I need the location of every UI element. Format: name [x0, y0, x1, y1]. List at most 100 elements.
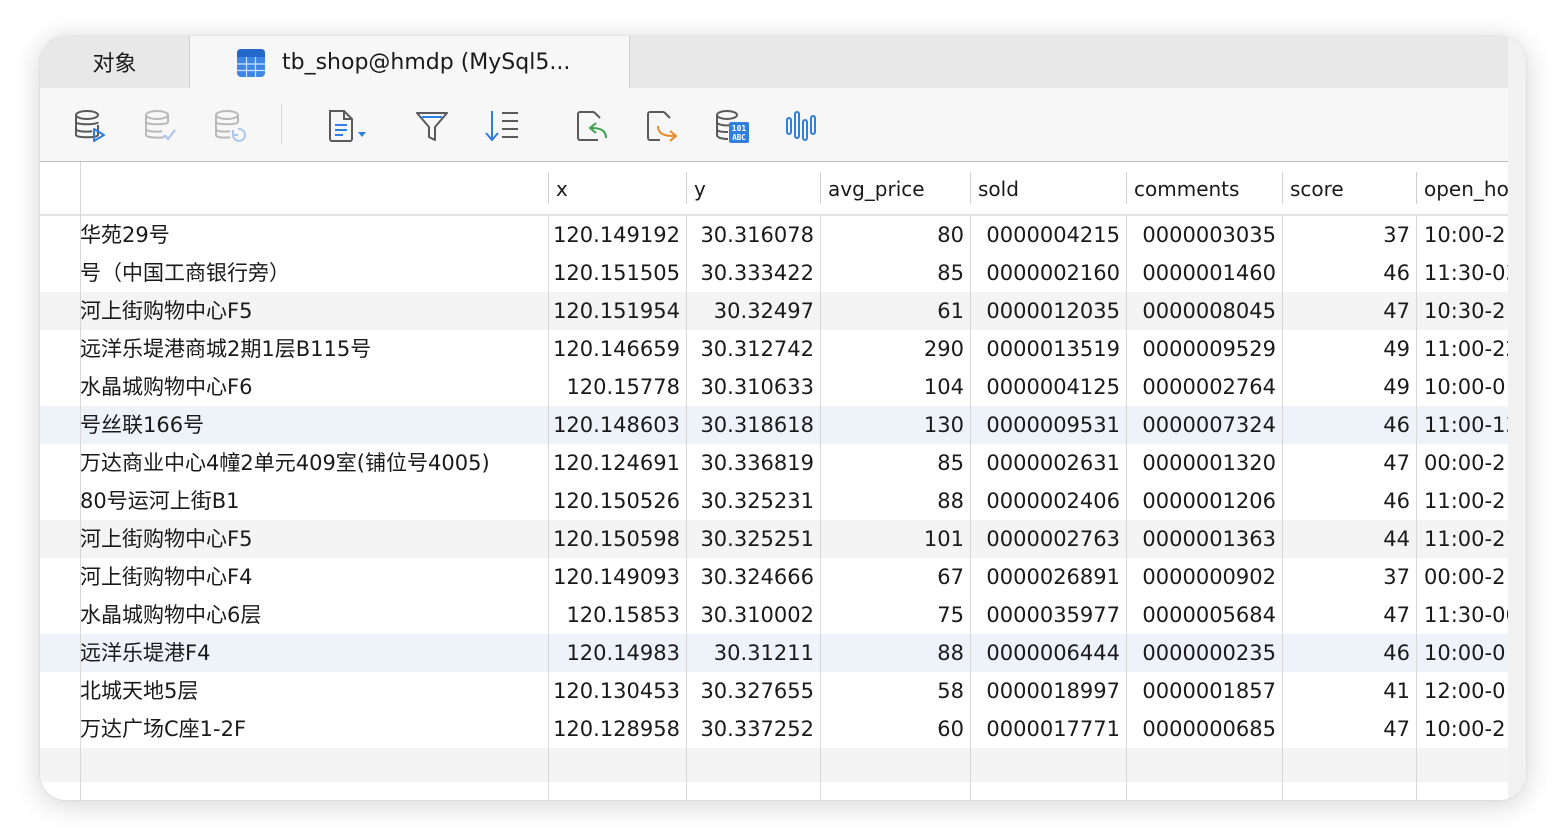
- cell-comments[interactable]: 0000001857: [1128, 672, 1282, 710]
- cell-address[interactable]: 80号运河上街B1: [80, 482, 550, 520]
- cell-avg-price[interactable]: 88: [822, 482, 970, 520]
- cell-score[interactable]: 49: [1284, 330, 1416, 368]
- document-menu-icon[interactable]: [326, 108, 372, 144]
- cell-sold[interactable]: 0000018997: [972, 672, 1126, 710]
- cell-comments[interactable]: 0000001460: [1128, 254, 1282, 292]
- column-header-y[interactable]: y: [688, 162, 820, 214]
- cell-y[interactable]: 30.325251: [688, 520, 820, 558]
- cell-avg-price[interactable]: 58: [822, 672, 970, 710]
- cell-y[interactable]: 30.31211: [688, 634, 820, 672]
- cell-address[interactable]: 水晶城购物中心6层: [80, 596, 550, 634]
- cell-x[interactable]: 120.150526: [550, 482, 686, 520]
- empty-row[interactable]: [40, 782, 1508, 800]
- column-divider[interactable]: [686, 172, 687, 204]
- table-row[interactable]: 华苑29号 120.149192 30.316078 80 0000004215 0000…: [40, 216, 1508, 254]
- cell-sold[interactable]: 0000012035: [972, 292, 1126, 330]
- cell-sold[interactable]: 0000013519: [972, 330, 1126, 368]
- cell-sold[interactable]: 0000017771: [972, 710, 1126, 748]
- cell-sold[interactable]: 0000006444: [972, 634, 1126, 672]
- table-row[interactable]: 80号运河上街B1 120.150526 30.325231 88 0000002406…: [40, 482, 1508, 520]
- cell-open-hours[interactable]: 00:00-2: [1418, 558, 1508, 596]
- database-run-icon[interactable]: [72, 108, 108, 144]
- column-divider[interactable]: [1416, 172, 1417, 204]
- cell-score[interactable]: 44: [1284, 520, 1416, 558]
- column-header-open-hours[interactable]: open_ho: [1418, 162, 1508, 214]
- column-divider[interactable]: [970, 172, 971, 204]
- database-refresh-icon[interactable]: [212, 108, 248, 144]
- cell-address[interactable]: 水晶城购物中心F6: [80, 368, 550, 406]
- table-row[interactable]: 河上街购物中心F4 120.149093 30.324666 67 0000026891…: [40, 558, 1508, 596]
- table-row[interactable]: 号（中国工商银行旁） 120.151505 30.333422 85 000000216…: [40, 254, 1508, 292]
- column-divider[interactable]: [1282, 172, 1283, 204]
- column-header-sold[interactable]: sold: [972, 162, 1126, 214]
- cell-open-hours[interactable]: 11:00-21: [1418, 520, 1508, 558]
- empty-row[interactable]: [40, 748, 1508, 782]
- cell-score[interactable]: 47: [1284, 710, 1416, 748]
- cell-x[interactable]: 120.130453: [550, 672, 686, 710]
- cell-avg-price[interactable]: 85: [822, 254, 970, 292]
- database-check-icon[interactable]: [142, 108, 178, 144]
- table-row[interactable]: 远洋乐堤港F4 120.14983 30.31211 88 0000006444 0000…: [40, 634, 1508, 672]
- column-header-address[interactable]: [82, 162, 548, 214]
- cell-address[interactable]: 河上街购物中心F5: [80, 520, 550, 558]
- cell-x[interactable]: 120.149192: [550, 216, 686, 254]
- filter-icon[interactable]: [414, 108, 450, 144]
- cell-comments[interactable]: 0000001363: [1128, 520, 1282, 558]
- cell-comments[interactable]: 0000001320: [1128, 444, 1282, 482]
- cell-comments[interactable]: 0000003035: [1128, 216, 1282, 254]
- cell-open-hours[interactable]: 11:00-13: [1418, 406, 1508, 444]
- cell-avg-price[interactable]: 75: [822, 596, 970, 634]
- cell-x[interactable]: 120.124691: [550, 444, 686, 482]
- cell-open-hours[interactable]: 10:00-0: [1418, 368, 1508, 406]
- cell-x[interactable]: 120.149093: [550, 558, 686, 596]
- cell-y[interactable]: 30.325231: [688, 482, 820, 520]
- cell-avg-price[interactable]: 60: [822, 710, 970, 748]
- cell-comments[interactable]: 0000005684: [1128, 596, 1282, 634]
- cell-avg-price[interactable]: 80: [822, 216, 970, 254]
- cell-open-hours[interactable]: 11:00-22: [1418, 330, 1508, 368]
- cell-sold[interactable]: 0000002406: [972, 482, 1126, 520]
- cell-open-hours[interactable]: 11:30-06: [1418, 596, 1508, 634]
- cell-x[interactable]: 120.151954: [550, 292, 686, 330]
- cell-open-hours[interactable]: 10:00-2: [1418, 216, 1508, 254]
- cell-address[interactable]: 华苑29号: [80, 216, 550, 254]
- cell-comments[interactable]: 0000000902: [1128, 558, 1282, 596]
- cell-open-hours[interactable]: 10:00-2: [1418, 710, 1508, 748]
- column-divider[interactable]: [1126, 172, 1127, 204]
- cell-address[interactable]: 万达商业中心4幢2单元409室(铺位号4005): [80, 444, 550, 482]
- cell-y[interactable]: 30.333422: [688, 254, 820, 292]
- cell-y[interactable]: 30.324666: [688, 558, 820, 596]
- cell-y[interactable]: 30.316078: [688, 216, 820, 254]
- column-divider[interactable]: [820, 172, 821, 204]
- cell-comments[interactable]: 0000000685: [1128, 710, 1282, 748]
- cell-open-hours[interactable]: 11:30-03: [1418, 254, 1508, 292]
- cell-score[interactable]: 37: [1284, 216, 1416, 254]
- table-row[interactable]: 万达商业中心4幢2单元409室(铺位号4005) 120.124691 30.336…: [40, 444, 1508, 482]
- cell-address[interactable]: 河上街购物中心F4: [80, 558, 550, 596]
- cell-address[interactable]: 北城天地5层: [80, 672, 550, 710]
- cell-y[interactable]: 30.312742: [688, 330, 820, 368]
- cell-sold[interactable]: 0000004215: [972, 216, 1126, 254]
- cell-avg-price[interactable]: 290: [822, 330, 970, 368]
- cell-sold[interactable]: 0000004125: [972, 368, 1126, 406]
- cell-y[interactable]: 30.310002: [688, 596, 820, 634]
- cell-address[interactable]: 万达广场C座1-2F: [80, 710, 550, 748]
- tab-objects[interactable]: 对象: [40, 36, 190, 88]
- table-row[interactable]: 万达广场C座1-2F 120.128958 30.337252 60 000001777…: [40, 710, 1508, 748]
- cell-comments[interactable]: 0000007324: [1128, 406, 1282, 444]
- cell-y[interactable]: 30.318618: [688, 406, 820, 444]
- cell-y[interactable]: 30.310633: [688, 368, 820, 406]
- cell-comments[interactable]: 0000009529: [1128, 330, 1282, 368]
- chart-icon[interactable]: [784, 108, 820, 144]
- cell-score[interactable]: 46: [1284, 254, 1416, 292]
- table-row[interactable]: 北城天地5层 120.130453 30.327655 58 0000018997 000…: [40, 672, 1508, 710]
- cell-comments[interactable]: 0000002764: [1128, 368, 1282, 406]
- cell-open-hours[interactable]: 10:00-0: [1418, 634, 1508, 672]
- table-row[interactable]: 水晶城购物中心6层 120.15853 30.310002 75 0000035977 0…: [40, 596, 1508, 634]
- cell-y[interactable]: 30.327655: [688, 672, 820, 710]
- cell-address[interactable]: 号丝联166号: [80, 406, 550, 444]
- cell-x[interactable]: 120.150598: [550, 520, 686, 558]
- sort-icon[interactable]: [484, 108, 520, 144]
- cell-address[interactable]: 远洋乐堤港商城2期1层B115号: [80, 330, 550, 368]
- cell-x[interactable]: 120.15853: [550, 596, 686, 634]
